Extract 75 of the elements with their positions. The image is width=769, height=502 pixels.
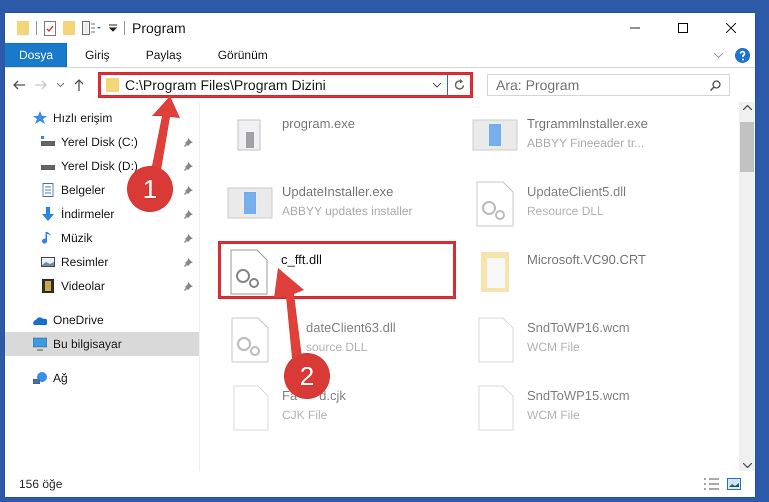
file-name: SndToWP15.wcm (527, 387, 630, 405)
ribbon-tab[interactable]: Paylaş (128, 43, 200, 67)
help-icon[interactable] (735, 48, 750, 62)
file-type: WCM File (527, 406, 581, 424)
pin-icon[interactable] (184, 258, 193, 266)
address-bar[interactable]: C:\Program Files\Program Dizini (98, 72, 473, 98)
file-type: Resource DLL (527, 202, 605, 220)
pin-icon[interactable] (184, 138, 193, 146)
file-type: source DLL (306, 338, 368, 356)
file-type: ABBYY Fineeader tr... (527, 134, 646, 152)
properties-icon[interactable] (82, 21, 102, 35)
back-arrow-icon[interactable] (13, 80, 25, 90)
file-type: ABBYY updates installer (282, 202, 413, 220)
chevron-down-icon[interactable] (433, 82, 441, 88)
pin-icon[interactable] (184, 282, 193, 290)
refresh-icon[interactable] (454, 79, 465, 91)
chevron-down-icon[interactable] (57, 83, 64, 87)
file-item[interactable]: SndToWP15.wcm WCM File (467, 380, 705, 438)
sidebar-item[interactable]: Videolar (61, 277, 105, 295)
file-name: Microsoft.VC90.CRT (527, 251, 646, 269)
maximize-icon[interactable] (678, 23, 688, 33)
folder-icon (106, 78, 119, 92)
file-type: WCM File (527, 338, 581, 356)
scrollbar[interactable] (739, 102, 755, 471)
caret-icon[interactable] (109, 24, 117, 32)
sidebar-item[interactable]: Müzik (61, 229, 92, 247)
details-view-icon[interactable] (703, 478, 719, 490)
file-item[interactable]: c_fft.dll (218, 241, 456, 299)
sidebar-item[interactable]: Ağ (53, 369, 68, 387)
star-icon (33, 111, 47, 125)
download-arrow-icon (41, 207, 55, 221)
film-icon (41, 279, 55, 293)
pin-icon[interactable] (184, 186, 193, 194)
network-icon (33, 371, 47, 385)
ribbon-tab[interactable]: Giriş (67, 43, 128, 67)
monitor-icon (33, 337, 47, 351)
document-icon (41, 183, 55, 197)
file-item[interactable]: program.exe (222, 108, 460, 166)
chevron-up-icon[interactable] (742, 105, 752, 110)
file-item[interactable]: Microsoft.VC90.CRT (467, 244, 705, 302)
sidebar-item[interactable]: Belgeler (61, 181, 106, 199)
checklist-icon[interactable] (44, 20, 56, 36)
sidebar-item[interactable]: Yerel Disk (C:) (61, 133, 138, 151)
file-name: UpdateClient5.dll (527, 183, 626, 201)
pin-icon[interactable] (184, 234, 193, 242)
item-count: 156 öğe (19, 476, 62, 493)
file-item[interactable]: Trgrammlnstaller.exe ABBYY Fineeader tr... (467, 108, 705, 166)
pin-icon[interactable] (184, 162, 193, 170)
scrollbar-thumb[interactable] (740, 122, 754, 172)
file-name: program.exe (282, 115, 355, 133)
sidebar-item[interactable]: OneDrive (53, 311, 104, 329)
drive-icon (41, 135, 55, 149)
search-icon (710, 80, 721, 91)
file-name: SndToWP16.wcm (527, 319, 630, 337)
file-type: CJK File (282, 406, 328, 424)
sidebar-item[interactable]: İndirmeler (61, 205, 114, 223)
file-name: Trgrammlnstaller.exe (527, 115, 648, 133)
sidebar-item[interactable]: Resimler (61, 253, 108, 271)
picture-icon (41, 255, 55, 269)
up-arrow-icon[interactable] (74, 79, 84, 91)
close-icon[interactable] (726, 23, 736, 33)
file-item[interactable]: UpdateClient5.dll Resource DLL (467, 176, 705, 234)
chevron-down-icon[interactable] (742, 463, 752, 468)
file-name: UpdateInstaller.exe (282, 183, 394, 201)
large-icons-view-icon[interactable] (727, 478, 741, 490)
file-name: dateClient63.dll (306, 319, 396, 337)
sidebar-item[interactable]: Hızlı erişim (53, 109, 112, 127)
file-name: c_fft.dll (281, 251, 322, 269)
window-title: Program (132, 18, 186, 38)
ribbon-tab[interactable]: Görünüm (200, 43, 286, 67)
pin-icon[interactable] (184, 210, 193, 218)
search-field[interactable]: Ara: Program (487, 74, 730, 96)
ribbon-tab[interactable]: Dosya (5, 43, 68, 67)
file-item[interactable]: SndToWP16.wcm WCM File (467, 312, 705, 370)
file-item[interactable]: UpdateInstaller.exe ABBYY updates installer (222, 176, 460, 234)
